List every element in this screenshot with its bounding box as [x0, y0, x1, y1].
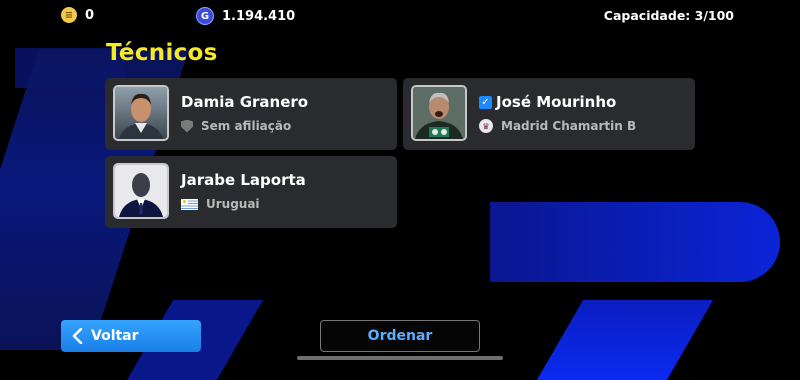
manager-photo: [113, 163, 169, 219]
gp-amount: 0: [85, 7, 95, 23]
uruguay-flag-icon: [181, 198, 198, 210]
top-bar: ≡ 0 G 1.194.410 Capacidade: 3/100: [0, 0, 800, 30]
verified-check-icon: ✓: [479, 95, 492, 109]
shield-icon: [181, 119, 193, 133]
gp-balance: ≡ 0: [61, 7, 94, 23]
manager-name: ✓ José Mourinho: [479, 93, 616, 111]
manager-name: Damia Granero: [181, 93, 309, 111]
back-button[interactable]: Voltar: [61, 320, 201, 352]
manager-card[interactable]: ✓ José Mourinho ♛ Madrid Chamartin B: [403, 78, 695, 150]
chevron-left-icon: [72, 328, 83, 344]
manager-photo: [411, 85, 467, 141]
page-title: Técnicos: [106, 40, 218, 66]
manager-affiliation: ♛ Madrid Chamartin B: [479, 119, 636, 133]
manager-name: Jarabe Laporta: [181, 171, 306, 189]
sort-button-label: Ordenar: [367, 328, 433, 344]
background-shape: [490, 202, 780, 282]
sort-button[interactable]: Ordenar: [320, 320, 480, 352]
gc-amount: 1.194.410: [222, 8, 296, 24]
background-shape: [536, 300, 714, 380]
manager-card[interactable]: Jarabe Laporta Uruguai: [105, 156, 397, 228]
capacity-label: Capacidade: 3/100: [603, 8, 734, 23]
home-indicator[interactable]: [297, 356, 503, 360]
gc-balance: G 1.194.410: [196, 7, 295, 25]
manager-affiliation: Uruguai: [181, 197, 260, 211]
gp-coin-icon: ≡: [61, 7, 77, 23]
gc-coin-icon: G: [196, 7, 214, 25]
back-button-label: Voltar: [91, 328, 139, 344]
club-crest-icon: ♛: [479, 119, 493, 133]
manager-card[interactable]: Damia Granero Sem afiliação: [105, 78, 397, 150]
manager-affiliation: Sem afiliação: [181, 119, 291, 133]
manager-photo: [113, 85, 169, 141]
